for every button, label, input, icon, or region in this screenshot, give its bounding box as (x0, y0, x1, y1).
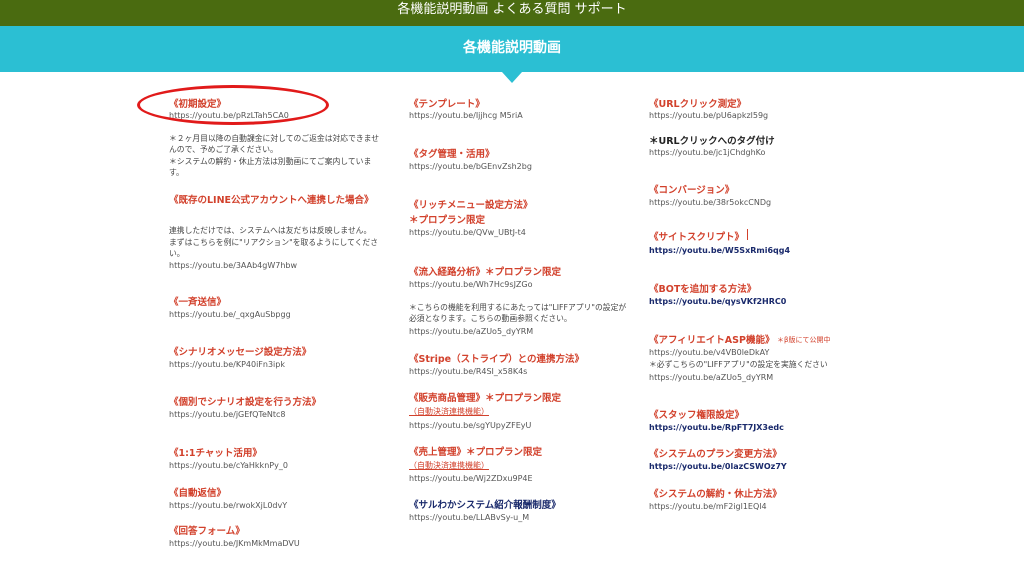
video-url[interactable]: https://youtu.be/W5SxRmi6qg4 (649, 246, 790, 255)
video-url[interactable]: https://youtu.be/pU6apkzl59g (649, 111, 768, 120)
note: ＊こちらの機能を利用するにあたっては"LIFFアプリ"の設定が必須となります。こ… (409, 303, 627, 323)
video-title[interactable]: 《サイトスクリプト》 (649, 229, 744, 243)
video-title[interactable]: 《回答フォーム》 (169, 523, 245, 537)
video-url[interactable]: https://youtu.be/KP40iFn3ipk (169, 360, 285, 369)
video-title[interactable]: 《自動返信》 (169, 485, 226, 499)
section-banner: 各機能説明動画 (0, 26, 1024, 72)
video-url[interactable]: https://youtu.be/mF2igl1EQl4 (649, 502, 767, 511)
video-url[interactable]: https://youtu.be/R4SI_x58K4s (409, 367, 527, 376)
video-url[interactable]: https://youtu.be/v4VB0leDkAY (649, 348, 769, 357)
video-title[interactable]: 《システムのプラン変更方法》 (649, 446, 782, 460)
video-url[interactable]: https://youtu.be/qysVKf2HRC0 (649, 297, 786, 306)
beta-label: ＊β版にて公開中 (777, 336, 831, 344)
banner-arrow (502, 72, 522, 83)
video-url[interactable]: https://youtu.be/Wh7Hc9sJZGo (409, 280, 533, 289)
video-title[interactable]: 《タグ管理・活用》 (409, 146, 495, 160)
video-title[interactable]: 《販売商品管理》＊プロプラン限定 (409, 390, 561, 404)
note: 連携しただけでは、システムへは友だちは反映しません。 (169, 226, 372, 235)
video-url[interactable]: https://youtu.be/0lazCSWOz7Y (649, 462, 787, 471)
video-url[interactable]: https://youtu.be/bGEnvZsh2bg (409, 162, 532, 171)
video-title[interactable]: 《アフィリエイトASP機能》 (649, 332, 774, 346)
video-url[interactable]: https://youtu.be/_qxgAuSbpgg (169, 310, 291, 319)
video-title[interactable]: 《個別でシナリオ設定を行う方法》 (169, 394, 321, 408)
video-url[interactable]: https://youtu.be/QVw_UBtJ-t4 (409, 228, 526, 237)
video-title[interactable]: 《URLクリック測定》 (649, 96, 746, 110)
video-url[interactable]: https://youtu.be/3AAb4gW7hbw (169, 261, 297, 270)
video-title[interactable]: 《スタッフ権限設定》 (649, 407, 744, 421)
note: まずはこちらを例に"リアクション"を取るようにしてください。 (169, 238, 379, 258)
video-title[interactable]: 《一斉送信》 (169, 294, 226, 308)
video-url[interactable]: https://youtu.be/rwokXjL0dvY (169, 501, 287, 510)
note: ＊システムの解約・休止方法は別動画にてご案内しています。 (169, 157, 372, 177)
video-url[interactable]: https://youtu.be/Ijjhcg M5riA (409, 111, 523, 120)
video-url[interactable]: https://youtu.be/LLABvSy-u_M (409, 513, 529, 522)
top-nav-links[interactable]: 各機能説明動画 よくある質問 サポート (397, 2, 626, 17)
video-title[interactable]: 《Stripe（ストライプ）との連携方法》 (409, 351, 584, 365)
video-url[interactable]: https://youtu.be/jc1jChdghKo (649, 148, 765, 157)
video-title[interactable]: 《テンプレート》 (409, 96, 485, 110)
video-title[interactable]: 《売上管理》＊プロプラン限定 (409, 444, 542, 458)
note: ＊２ヶ月目以降の自動課金に対してのご返金は対応できませんので、予めご了承ください… (169, 134, 380, 154)
video-title[interactable]: 《シナリオメッセージ設定方法》 (169, 344, 311, 358)
video-url[interactable]: https://youtu.be/Wj2ZDxu9P4E (409, 474, 533, 483)
video-url[interactable]: https://youtu.be/aZUo5_dyYRM (649, 373, 773, 382)
video-title[interactable]: 《コンバージョン》 (649, 182, 734, 196)
video-title[interactable]: 《リッチメニュー設定方法》 (409, 197, 533, 211)
video-url[interactable]: https://youtu.be/aZUo5_dyYRM (409, 327, 533, 336)
plan-label: ＊プロプラン限定 (409, 215, 486, 226)
video-url[interactable]: https://youtu.be/38r5okcCNDg (649, 198, 771, 207)
note: ＊必ずこちらの"LIFFアプリ"の設定を実施ください (649, 360, 828, 369)
video-url[interactable]: https://youtu.be/jGEfQTeNtc8 (169, 410, 285, 419)
video-title[interactable]: 《既存のLINE公式アカウントへ連携した場合》 (169, 194, 374, 208)
video-title[interactable]: ＊URLクリックへのタグ付け (649, 133, 775, 147)
video-url[interactable]: https://youtu.be/JKmMkMmaDVU (169, 539, 300, 548)
video-title[interactable]: 《BOTを追加する方法》 (649, 281, 756, 295)
video-title[interactable]: 《1:1チャット活用》 (169, 445, 262, 459)
text-cursor (747, 229, 748, 240)
video-title[interactable]: 《流入経路分析》＊プロプラン限定 (409, 264, 561, 278)
banner-title: 各機能説明動画 (463, 40, 561, 56)
highlight-circle (137, 85, 329, 125)
video-title[interactable]: 《システムの解約・休止方法》 (649, 486, 782, 500)
video-url[interactable]: https://youtu.be/sgYUpyZFEyU (409, 421, 531, 430)
sub-label: （自動決済連携機能） (409, 461, 489, 470)
video-url[interactable]: https://youtu.be/RpFT7JX3edc (649, 423, 784, 432)
top-nav[interactable]: 各機能説明動画 よくある質問 サポート (0, 0, 1024, 26)
video-title[interactable]: 《サルわかシステム紹介報酬制度》 (409, 497, 561, 511)
video-url[interactable]: https://youtu.be/cYaHkknPy_0 (169, 461, 288, 470)
sub-label: （自動決済連携機能） (409, 407, 489, 416)
